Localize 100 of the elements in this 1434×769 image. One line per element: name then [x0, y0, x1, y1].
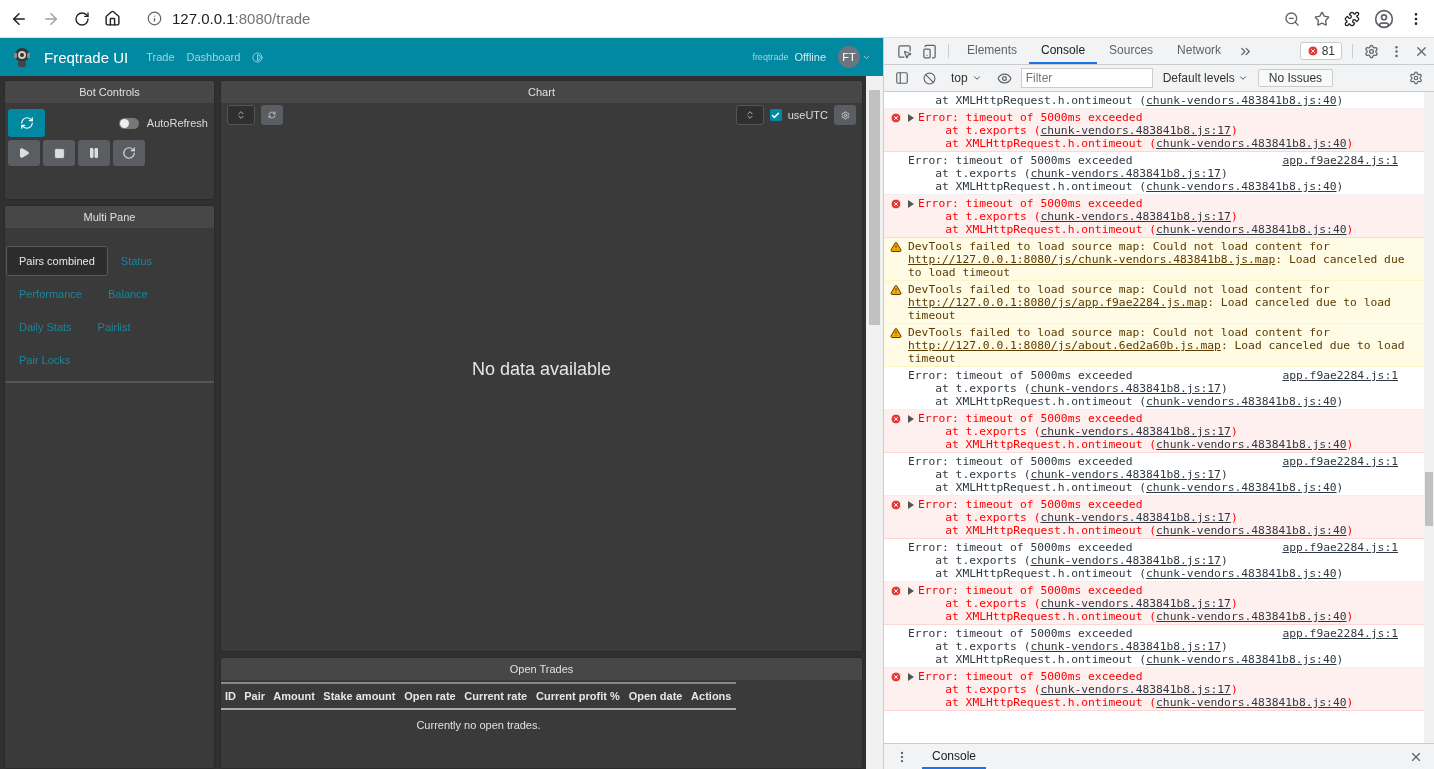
column-header: Pair: [240, 683, 270, 709]
file-link[interactable]: chunk-vendors.483841b8.js:17: [1030, 554, 1221, 567]
file-link[interactable]: chunk-vendors.483841b8.js:17: [1040, 511, 1231, 524]
up-down-arrows-icon: [744, 110, 755, 120]
file-link[interactable]: chunk-vendors.483841b8.js:40: [1146, 180, 1337, 193]
file-link[interactable]: chunk-vendors.483841b8.js:40: [1156, 524, 1347, 537]
file-link[interactable]: chunk-vendors.483841b8.js:40: [1146, 481, 1337, 494]
levels-select[interactable]: Default levels: [1156, 71, 1254, 85]
refresh-button[interactable]: [8, 109, 45, 137]
source-link[interactable]: app.f9ae2284.js:1: [1282, 541, 1398, 554]
issues-button[interactable]: No Issues: [1257, 69, 1334, 87]
context-select[interactable]: top: [945, 71, 988, 85]
profile-icon[interactable]: [1374, 8, 1394, 29]
refresh-button[interactable]: [261, 105, 283, 125]
theme-toggle-icon[interactable]: [252, 51, 264, 63]
file-link[interactable]: chunk-vendors.483841b8.js:40: [1156, 438, 1347, 451]
console-line: at XMLHttpRequest.h.ontimeout (chunk-vendors.483841b8.js:40): [934, 180, 1344, 193]
empty-table-message: Currently no open trades.: [221, 709, 736, 740]
file-link[interactable]: chunk-vendors.483841b8.js:40: [1156, 610, 1347, 623]
use-utc-checkbox[interactable]: [769, 109, 782, 121]
stop-button[interactable]: [43, 140, 75, 166]
file-link[interactable]: http://127.0.0.1:8080/js/chunk-vendors.483841b8.js.map: [908, 253, 1276, 266]
console-line: at t.exports (chunk-vendors.483841b8.js:17): [944, 124, 1238, 137]
expand-triangle-icon[interactable]: [908, 501, 914, 509]
expand-triangle-icon[interactable]: [908, 673, 914, 681]
expand-triangle-icon[interactable]: [908, 114, 914, 122]
devtools-tab[interactable]: Network: [1165, 38, 1234, 64]
user-avatar[interactable]: FT: [838, 46, 860, 68]
settings-button[interactable]: [834, 105, 856, 125]
autorefresh-switch[interactable]: [118, 117, 139, 129]
console-line: Error: timeout of 5000ms exceeded: [918, 412, 1143, 425]
start-button[interactable]: [8, 140, 40, 166]
filter-field[interactable]: Filter: [1020, 68, 1153, 88]
extensions-puzzle-icon[interactable]: [1344, 10, 1360, 27]
reload-button[interactable]: [74, 10, 90, 27]
console-line: at XMLHttpRequest.h.ontimeout (chunk-vendors.483841b8.js:40): [934, 94, 1344, 107]
file-link[interactable]: chunk-vendors.483841b8.js:17: [1040, 425, 1231, 438]
app-brand[interactable]: Freqtrade UI: [44, 48, 129, 66]
expand-triangle-icon[interactable]: [908, 415, 914, 423]
file-link[interactable]: chunk-vendors.483841b8.js:40: [1156, 696, 1347, 709]
file-link[interactable]: chunk-vendors.483841b8.js:40: [1146, 653, 1337, 666]
source-link[interactable]: app.f9ae2284.js:1: [1282, 369, 1398, 382]
use-utc-label: useUTC: [787, 109, 828, 121]
expand-triangle-icon[interactable]: [908, 587, 914, 595]
file-link[interactable]: http://127.0.0.1:8080/js/about.6ed2a60b.js.map: [908, 339, 1221, 352]
empty-chart-message: No data available: [470, 357, 613, 381]
file-link[interactable]: chunk-vendors.483841b8.js:40: [1146, 94, 1337, 107]
card-title: Open Trades: [221, 658, 862, 680]
devtools-tab[interactable]: Sources: [1097, 38, 1166, 64]
drawer-tab[interactable]: Console: [922, 744, 987, 769]
console-line: Error: timeout of 5000ms exceeded: [918, 584, 1143, 597]
home-button[interactable]: [104, 10, 121, 27]
file-link[interactable]: chunk-vendors.483841b8.js:40: [1146, 395, 1337, 408]
file-link[interactable]: chunk-vendors.483841b8.js:17: [1030, 640, 1221, 653]
console-line: DevTools failed to load source map: Could not load content for http://127.0.0.1:8080/js/about.6ed2a60b.js.map: Load canceled due to load timeout: [908, 326, 1406, 365]
error-count-badge[interactable]: 81: [1299, 42, 1342, 60]
pause-button[interactable]: [78, 140, 110, 166]
file-link[interactable]: chunk-vendors.483841b8.js:17: [1040, 597, 1231, 610]
devtools-tab[interactable]: Elements: [955, 38, 1030, 64]
scrollbar[interactable]: [1424, 92, 1434, 743]
warning-icon: [890, 284, 902, 296]
console-line: Error: timeout of 5000ms exceeded: [908, 627, 1133, 640]
reload-config-button[interactable]: [113, 140, 145, 166]
console-line: Error: timeout of 5000ms exceeded: [918, 670, 1143, 683]
zoom-out-icon[interactable]: [1284, 10, 1300, 27]
file-link[interactable]: chunk-vendors.483841b8.js:40: [1156, 137, 1347, 150]
bookmark-star-icon[interactable]: [1314, 10, 1330, 27]
column-header: Amount: [269, 683, 320, 709]
scrollbar[interactable]: [866, 76, 883, 769]
address-bar[interactable]: 127.0.0.1:8080/trade: [172, 10, 311, 27]
source-link[interactable]: app.f9ae2284.js:1: [1282, 627, 1398, 640]
console-line: at t.exports (chunk-vendors.483841b8.js:17): [934, 167, 1228, 180]
pane-tab[interactable]: Pairs combined: [6, 246, 108, 276]
file-link[interactable]: chunk-vendors.483841b8.js:17: [1030, 167, 1221, 180]
file-link[interactable]: http://127.0.0.1:8080/js/app.f9ae2284.js.map: [908, 296, 1208, 309]
console-line: at XMLHttpRequest.h.ontimeout (chunk-vendors.483841b8.js:40): [944, 524, 1354, 537]
error-icon: [1306, 45, 1319, 57]
source-link[interactable]: app.f9ae2284.js:1: [1282, 154, 1398, 167]
console-line: at t.exports (chunk-vendors.483841b8.js:17): [934, 468, 1228, 481]
error-icon: [890, 112, 902, 124]
console-line: at XMLHttpRequest.h.ontimeout (chunk-vendors.483841b8.js:40): [944, 137, 1354, 150]
file-link[interactable]: chunk-vendors.483841b8.js:17: [1030, 382, 1221, 395]
file-link[interactable]: chunk-vendors.483841b8.js:17: [1040, 124, 1231, 137]
file-link[interactable]: chunk-vendors.483841b8.js:40: [1156, 223, 1347, 236]
info-icon[interactable]: [147, 11, 162, 26]
console-line: at XMLHttpRequest.h.ontimeout (chunk-vendors.483841b8.js:40): [934, 653, 1344, 666]
console-line: at t.exports (chunk-vendors.483841b8.js:17): [944, 683, 1238, 696]
source-link[interactable]: app.f9ae2284.js:1: [1282, 455, 1398, 468]
file-link[interactable]: chunk-vendors.483841b8.js:17: [1040, 210, 1231, 223]
autorefresh-label: AutoRefresh: [146, 117, 208, 129]
refresh-icon: [268, 111, 276, 119]
file-link[interactable]: chunk-vendors.483841b8.js:17: [1040, 683, 1231, 696]
file-link[interactable]: chunk-vendors.483841b8.js:17: [1030, 468, 1221, 481]
up-down-arrows-icon: [236, 110, 246, 120]
console-line: at XMLHttpRequest.h.ontimeout (chunk-vendors.483841b8.js:40): [934, 481, 1344, 494]
column-header: Stake amount: [319, 683, 401, 709]
card-title: Bot Controls: [5, 81, 214, 103]
console-line: at XMLHttpRequest.h.ontimeout (chunk-vendors.483841b8.js:40): [934, 567, 1344, 580]
file-link[interactable]: chunk-vendors.483841b8.js:40: [1146, 567, 1337, 580]
expand-triangle-icon[interactable]: [908, 200, 914, 208]
